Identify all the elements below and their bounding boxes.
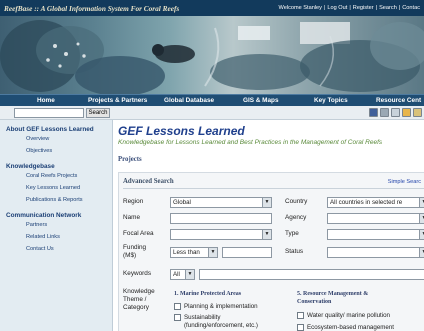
funding-operator-value: Less than [173, 249, 200, 256]
region-label: Region [123, 198, 144, 205]
type-label: Type [285, 230, 299, 237]
category-mpa-title: 1. Marine Protected Areas [174, 291, 242, 297]
top-bar: ReefBase :: A Global Information System … [0, 0, 424, 16]
simple-search-link[interactable]: Simple Searc [388, 179, 421, 185]
keywords-label: Keywords [123, 270, 152, 277]
sidebar-section-about[interactable]: About GEF Lessons Learned [0, 120, 112, 134]
status-select[interactable]: ▼ [327, 247, 424, 258]
region-select[interactable]: Global ▼ [170, 197, 272, 208]
print-icon[interactable] [380, 108, 389, 117]
checkbox-planning[interactable] [174, 303, 181, 310]
theme-label-line3: Category [123, 304, 149, 311]
checkbox-sustainability[interactable] [174, 314, 181, 321]
chevron-down-icon: ▼ [419, 248, 424, 257]
country-select[interactable]: All countries in selected re ▼ [327, 197, 424, 208]
keywords-input[interactable] [199, 269, 424, 280]
name-input[interactable] [170, 213, 272, 224]
chevron-down-icon: ▼ [208, 248, 217, 257]
funding-label: Funding [123, 244, 147, 251]
nav-home[interactable]: Home [37, 97, 55, 104]
theme-label-line2: Theme / [123, 296, 147, 303]
sidebar-item-partners[interactable]: Partners [0, 219, 112, 231]
focal-area-select[interactable]: ▼ [170, 229, 272, 240]
search-link[interactable]: Search [379, 5, 397, 11]
agency-select[interactable]: ▼ [327, 213, 424, 224]
sidebar-section-communication[interactable]: Communication Network [0, 206, 112, 220]
sidebar-item-overview[interactable]: Overview [0, 133, 112, 145]
status-label: Status [285, 248, 304, 255]
region-value: Global [173, 199, 191, 206]
header-banner-image [0, 16, 424, 94]
contact-link[interactable]: Contac [402, 5, 420, 11]
email-icon[interactable] [391, 108, 400, 117]
chevron-down-icon: ▼ [185, 270, 194, 279]
sidebar-item-contact-us[interactable]: Contact Us [0, 243, 112, 255]
funding-input[interactable] [222, 247, 272, 258]
checkbox-sustainability-detail: (funding/enforcement, etc.) [184, 322, 258, 329]
nav-resource-centre[interactable]: Resource Cent [376, 97, 421, 104]
main-nav: Home Projects & Partners Global Database… [0, 94, 424, 106]
category-resource-title-line2: Conservation [297, 299, 332, 305]
page-subtitle: Knowledgebase for Lessons Learned and Be… [118, 139, 383, 146]
projects-link[interactable]: Projects [118, 156, 142, 163]
checkbox-ecosystem[interactable] [297, 324, 304, 331]
bookmark-icon[interactable] [402, 108, 411, 117]
sidebar-item-objectives[interactable]: Objectives [0, 145, 112, 157]
sidebar-section-knowledgebase[interactable]: Knowledgebase [0, 157, 112, 171]
main-content: GEF Lessons Learned Knowledgebase for Le… [113, 120, 424, 331]
name-label: Name [123, 214, 141, 221]
page-title: GEF Lessons Learned [118, 124, 245, 138]
sidebar-item-publications[interactable]: Publications & Reports [0, 194, 112, 206]
panel-divider [123, 188, 424, 189]
category-resource-title-line1: 5. Resource Management & [297, 291, 369, 297]
chevron-down-icon: ▼ [262, 230, 271, 239]
chevron-down-icon: ▼ [262, 198, 271, 207]
country-label: Country [285, 198, 308, 205]
save-icon[interactable] [369, 108, 378, 117]
funding-operator-select[interactable]: Less than ▼ [170, 247, 218, 258]
checkbox-water-quality-label: Water quality/ marine pollution [307, 312, 390, 319]
search-bar: Search [0, 106, 424, 120]
advanced-search-panel: Advanced Search Simple Searc Region Glob… [118, 172, 424, 331]
toolbar-icons [369, 108, 422, 117]
search-input[interactable] [14, 108, 84, 118]
funding-unit-label: (M$) [123, 252, 137, 259]
sidebar-item-coral-reefs-projects[interactable]: Coral Reefs Projects [0, 170, 112, 182]
checkbox-ecosystem-label: Ecosystem-based management [307, 324, 395, 331]
agency-label: Agency [285, 214, 307, 221]
chevron-down-icon: ▼ [419, 198, 424, 207]
logout-link[interactable]: Log Out [327, 5, 347, 11]
focal-area-label: Focal Area [123, 230, 154, 237]
type-select[interactable]: ▼ [327, 229, 424, 240]
theme-label-line1: Knowledge [123, 288, 155, 295]
country-value: All countries in selected re [330, 199, 403, 206]
keywords-operator-select[interactable]: All ▼ [170, 269, 195, 280]
search-button[interactable]: Search [86, 108, 110, 118]
chevron-down-icon: ▼ [419, 230, 424, 239]
nav-projects-partners[interactable]: Projects & Partners [88, 97, 147, 104]
site-brand[interactable]: ReefBase :: A Global Information System … [4, 4, 179, 13]
account-links: Welcome Stanley | Log Out | Register | Sear… [278, 5, 420, 11]
nav-global-database[interactable]: Global Database [164, 97, 214, 104]
register-link[interactable]: Register [353, 5, 374, 11]
welcome-text: Welcome Stanley [278, 5, 322, 11]
checkbox-water-quality[interactable] [297, 312, 304, 319]
checkbox-sustainability-label: Sustainability [184, 314, 221, 321]
sidebar: About GEF Lessons Learned Overview Objec… [0, 120, 113, 331]
nav-key-topics[interactable]: Key Topics [314, 97, 348, 104]
sidebar-item-key-lessons[interactable]: Key Lessons Learned [0, 182, 112, 194]
chevron-down-icon: ▼ [419, 214, 424, 223]
advanced-search-title: Advanced Search [123, 178, 174, 185]
checkbox-planning-label: Planning & implementation [184, 303, 258, 310]
sidebar-item-related-links[interactable]: Related Links [0, 231, 112, 243]
keywords-operator-value: All [173, 271, 180, 278]
edit-icon[interactable] [413, 108, 422, 117]
nav-gis-maps[interactable]: GIS & Maps [243, 97, 279, 104]
